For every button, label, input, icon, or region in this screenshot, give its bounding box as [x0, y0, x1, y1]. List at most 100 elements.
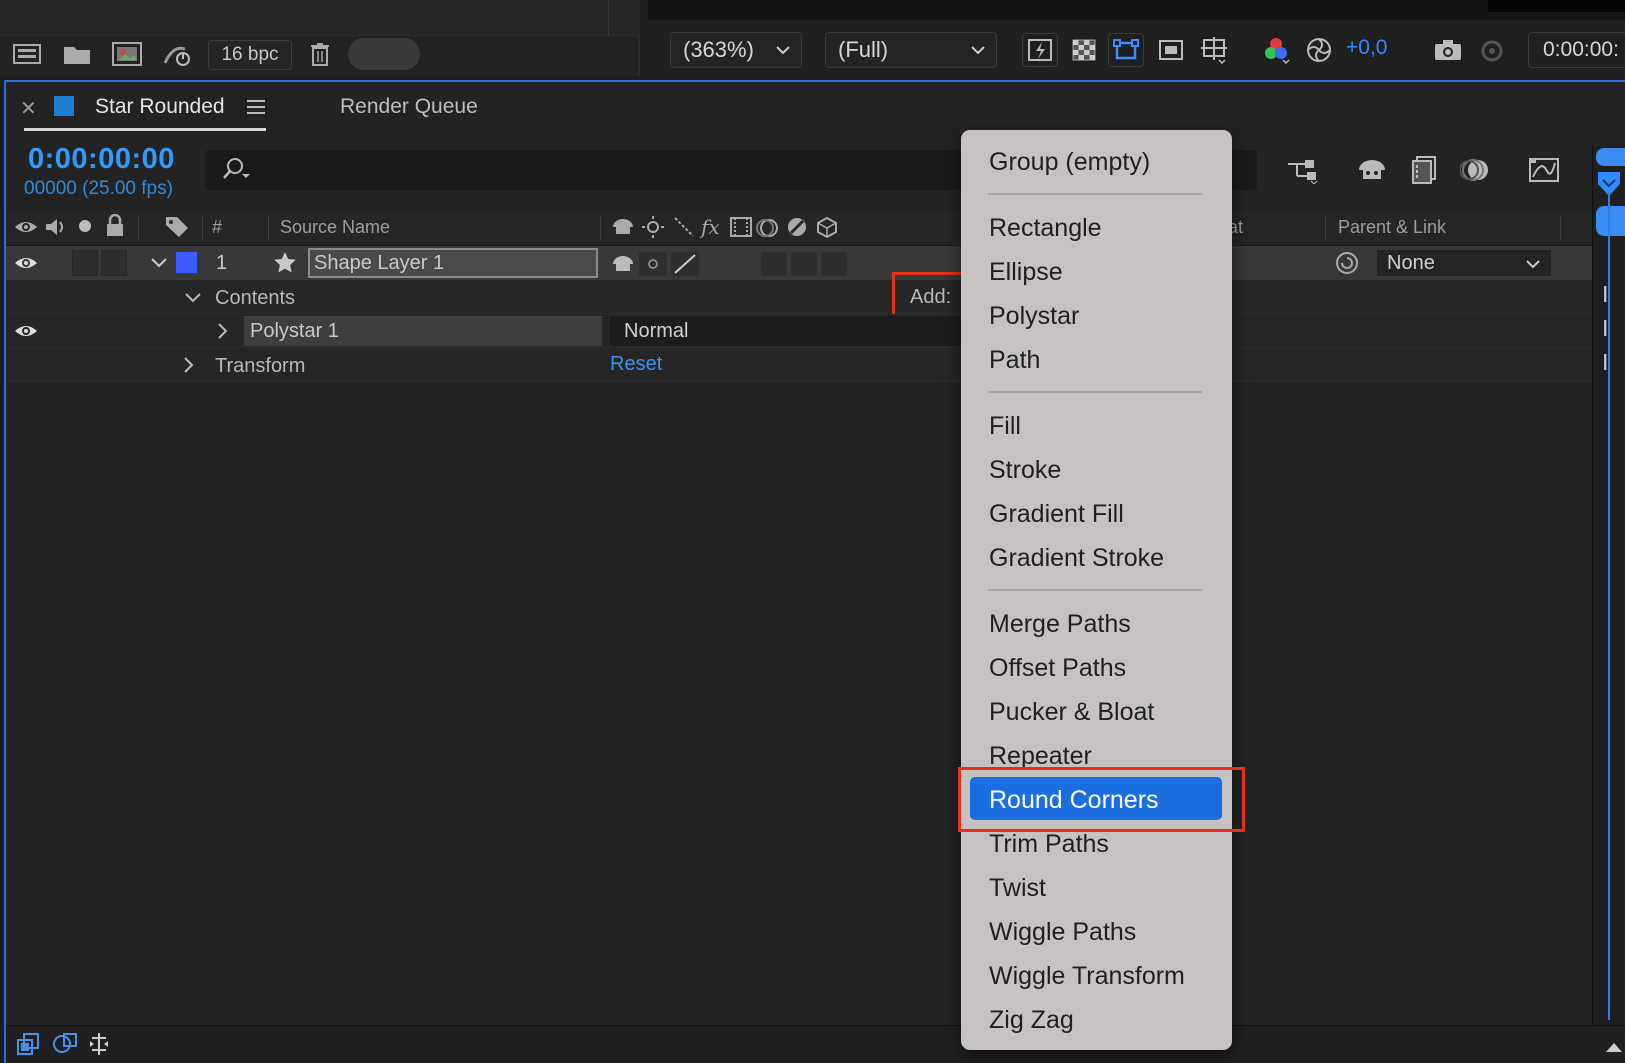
- contents-label: Contents: [215, 287, 296, 309]
- viewer-current-time[interactable]: 0:00:00:: [1528, 32, 1625, 68]
- label-header-icon: [164, 214, 190, 238]
- reset-transform-link[interactable]: Reset: [610, 353, 662, 376]
- in-out-duration-toggle-icon[interactable]: [88, 1031, 110, 1057]
- flowchart-toggle[interactable]: [348, 38, 420, 70]
- menu-item-gradient-fill[interactable]: Gradient Fill: [989, 499, 1124, 529]
- lock-header-icon: [104, 214, 126, 238]
- svg-text:fx: fx: [699, 215, 720, 239]
- menu-item-merge-paths[interactable]: Merge Paths: [989, 609, 1131, 639]
- layer-name-field[interactable]: Shape Layer 1: [308, 248, 598, 278]
- menu-item-wiggle-transform[interactable]: Wiggle Transform: [989, 961, 1185, 991]
- bit-depth-button[interactable]: 16 bpc: [208, 40, 292, 70]
- viewer-current-time-label: 0:00:00:: [1543, 38, 1619, 61]
- tab-star-rounded[interactable]: Star Rounded: [95, 95, 225, 119]
- menu-item-group-empty[interactable]: Group (empty): [989, 147, 1150, 177]
- work-area-start[interactable]: [1596, 148, 1625, 166]
- camera-icon[interactable]: [1430, 33, 1466, 67]
- graph-editor-icon[interactable]: [1524, 152, 1564, 188]
- mask-shape-path-visibility-icon[interactable]: [1108, 33, 1144, 67]
- layer-switches-toggle-icon[interactable]: [16, 1032, 42, 1056]
- new-folder-icon[interactable]: [60, 38, 94, 70]
- number-column-header: #: [212, 217, 223, 237]
- trash-icon[interactable]: [303, 38, 337, 70]
- show-snapshot-icon[interactable]: [1474, 33, 1510, 67]
- chevron-down-icon: [775, 43, 791, 57]
- search-icon: [215, 156, 255, 184]
- color-management-icon[interactable]: [1301, 33, 1337, 67]
- composition-mini-flowchart-icon[interactable]: [1282, 152, 1322, 188]
- resolution-value: (Full): [838, 37, 889, 62]
- layer-switches[interactable]: [611, 250, 851, 278]
- menu-item-gradient-stroke[interactable]: Gradient Stroke: [989, 543, 1164, 573]
- lock-switch[interactable]: [101, 250, 127, 276]
- exposure-value[interactable]: +0,0: [1346, 36, 1387, 60]
- source-name-column-header[interactable]: Source Name: [280, 217, 390, 238]
- close-tab-icon[interactable]: ✕: [20, 96, 37, 121]
- expand-contents-chevron-icon[interactable]: [184, 291, 202, 305]
- menu-item-offset-paths[interactable]: Offset Paths: [989, 653, 1126, 683]
- region-of-interest-icon[interactable]: [1153, 33, 1189, 67]
- switches-header-icons: fx: [611, 214, 851, 240]
- layer-number: 1: [216, 252, 228, 274]
- motion-blur-icon[interactable]: [1456, 152, 1496, 188]
- menu-item-rectangle[interactable]: Rectangle: [989, 213, 1102, 243]
- transfer-controls-toggle-icon[interactable]: [52, 1032, 78, 1056]
- menu-item-twist[interactable]: Twist: [989, 873, 1046, 903]
- menu-item-ellipse[interactable]: Ellipse: [989, 257, 1063, 287]
- frame-rate-display: 00000 (25.00 fps): [24, 178, 173, 199]
- menu-item-wiggle-paths[interactable]: Wiggle Paths: [989, 917, 1136, 947]
- polystar-name[interactable]: Polystar 1: [244, 316, 602, 346]
- menu-item-zig-zag[interactable]: Zig Zag: [989, 1005, 1074, 1035]
- parent-dropdown[interactable]: None: [1376, 249, 1552, 277]
- menu-separator: [988, 193, 1202, 195]
- active-tab-indicator: [24, 128, 266, 131]
- keyframe-ibeam-icon: Ⅰ: [1602, 350, 1609, 375]
- layer-duration-bar[interactable]: [1596, 206, 1625, 236]
- resolution-dropdown[interactable]: (Full): [825, 32, 997, 68]
- menu-item-stroke[interactable]: Stroke: [989, 455, 1061, 485]
- channels-icon[interactable]: [1258, 33, 1294, 67]
- transparency-grid-icon[interactable]: [1066, 33, 1102, 67]
- pick-whip-icon[interactable]: [1334, 250, 1360, 276]
- transform-label: Transform: [215, 355, 306, 377]
- expand-transform-chevron-icon[interactable]: [182, 356, 196, 374]
- video-visibility-header-icon: [14, 216, 38, 238]
- menu-item-fill[interactable]: Fill: [989, 411, 1021, 441]
- zoom-mountain-icon[interactable]: [1604, 1040, 1624, 1054]
- zoom-value: (363%): [683, 37, 754, 62]
- menu-separator: [988, 391, 1202, 393]
- chevron-down-icon: [1525, 258, 1541, 270]
- eye-icon[interactable]: [14, 252, 38, 274]
- fast-previews-icon[interactable]: [1022, 33, 1058, 67]
- menu-item-pucker-bloat[interactable]: Pucker & Bloat: [989, 697, 1154, 727]
- current-time-indicator-icon[interactable]: [1596, 170, 1622, 198]
- shape-layer-star-icon: [272, 250, 298, 276]
- parent-link-column-header[interactable]: Parent & Link: [1338, 217, 1446, 238]
- keyframe-ibeam-icon: Ⅰ: [1602, 316, 1609, 341]
- solo-header-icon: [77, 218, 93, 234]
- current-time-display[interactable]: 0:00:00:00: [28, 143, 175, 176]
- blend-mode-dropdown[interactable]: Normal: [610, 316, 990, 346]
- panel-menu-icon[interactable]: [246, 99, 266, 115]
- menu-item-trim-paths[interactable]: Trim Paths: [989, 829, 1109, 859]
- shy-layers-icon[interactable]: [1352, 152, 1392, 188]
- project-settings-icon[interactable]: [160, 38, 194, 70]
- interpret-footage-icon[interactable]: [10, 38, 44, 70]
- menu-item-path[interactable]: Path: [989, 345, 1040, 375]
- chevron-down-icon: [970, 43, 986, 57]
- expand-polystar-chevron-icon[interactable]: [216, 322, 230, 340]
- tab-render-queue[interactable]: Render Queue: [340, 95, 478, 119]
- eye-icon[interactable]: [14, 320, 38, 342]
- audio-header-icon: [44, 216, 68, 238]
- solo-switch[interactable]: [72, 250, 98, 276]
- zoom-dropdown[interactable]: (363%): [670, 32, 802, 68]
- menu-item-polystar[interactable]: Polystar: [989, 301, 1079, 331]
- collapse-layer-chevron-icon[interactable]: [150, 256, 168, 270]
- frame-blending-icon[interactable]: [1404, 152, 1444, 188]
- keyframe-ibeam-icon: Ⅰ: [1602, 282, 1609, 307]
- new-composition-icon[interactable]: [110, 38, 144, 70]
- grid-guides-icon[interactable]: [1196, 33, 1232, 67]
- bit-depth-label: 16 bpc: [221, 44, 279, 65]
- timeline-footer: [6, 1025, 1625, 1063]
- layer-label-color[interactable]: [176, 252, 197, 273]
